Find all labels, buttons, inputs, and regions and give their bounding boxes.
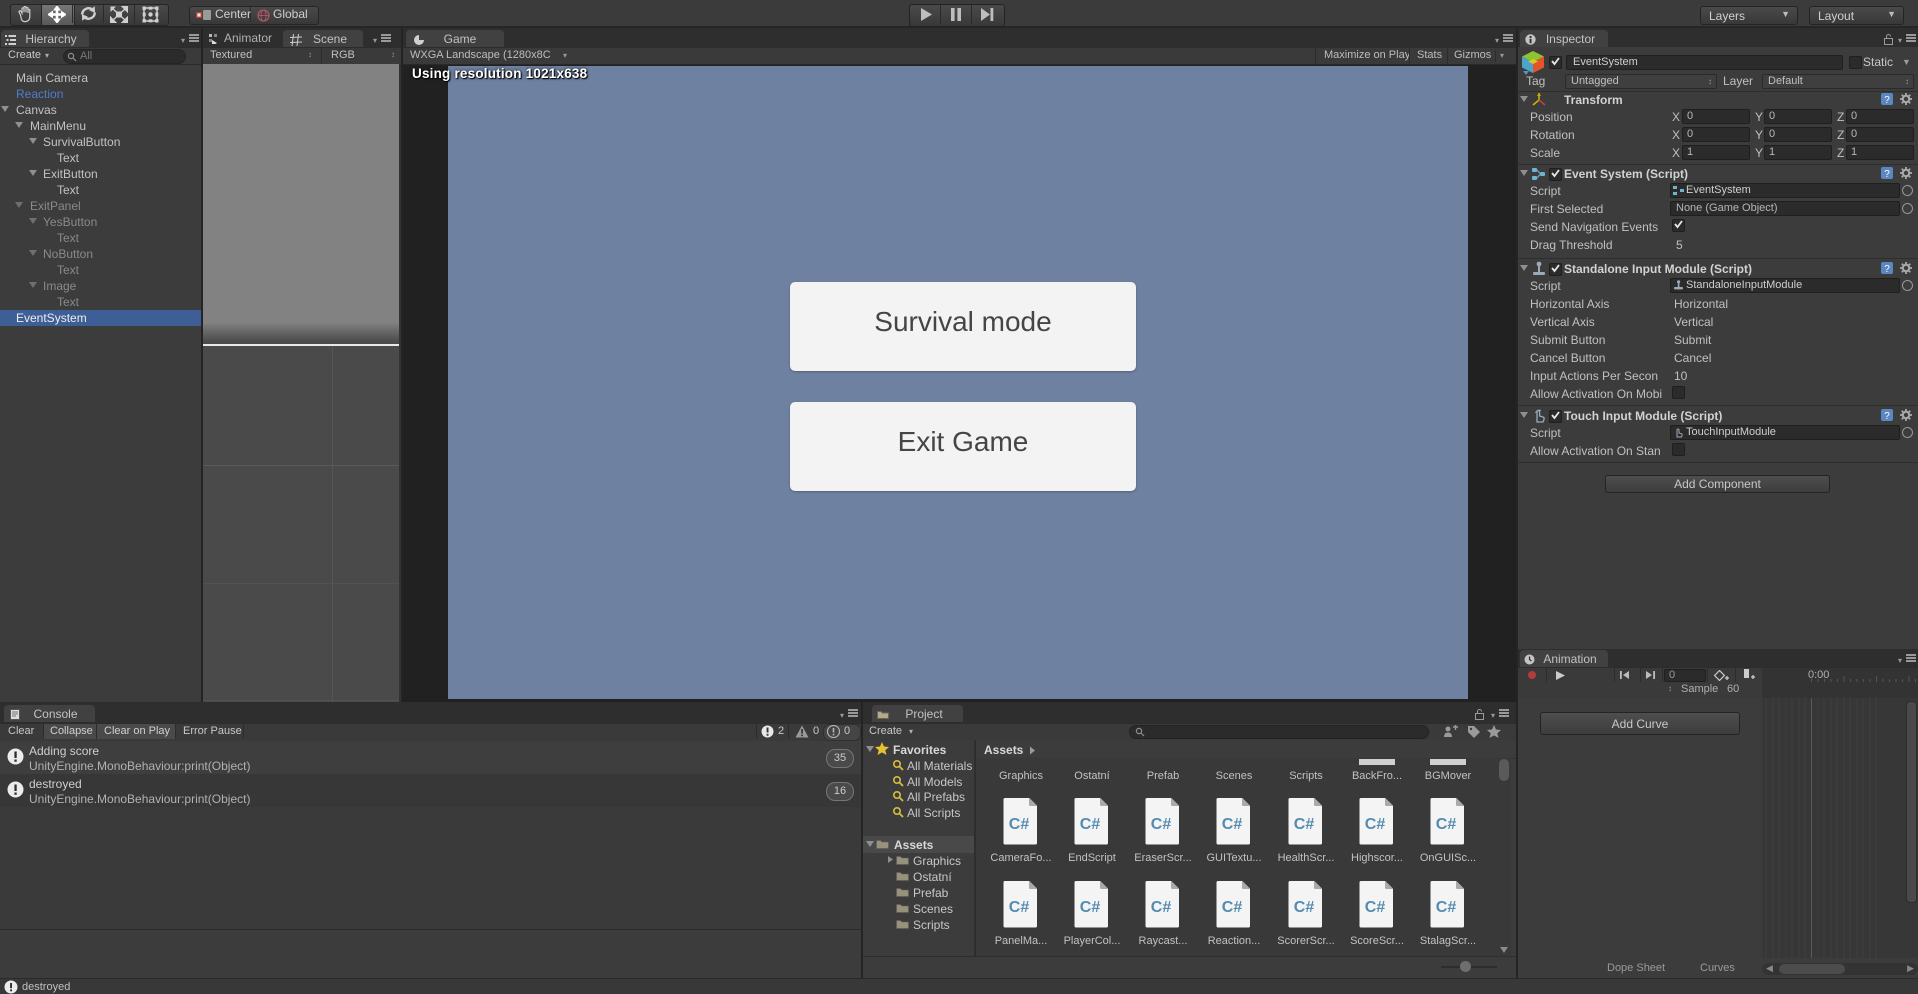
- svg-text:?: ?: [1884, 169, 1890, 180]
- svg-text:?: ?: [1884, 264, 1890, 275]
- svg-text:?: ?: [1884, 95, 1890, 106]
- svg-text:?: ?: [1884, 411, 1890, 422]
